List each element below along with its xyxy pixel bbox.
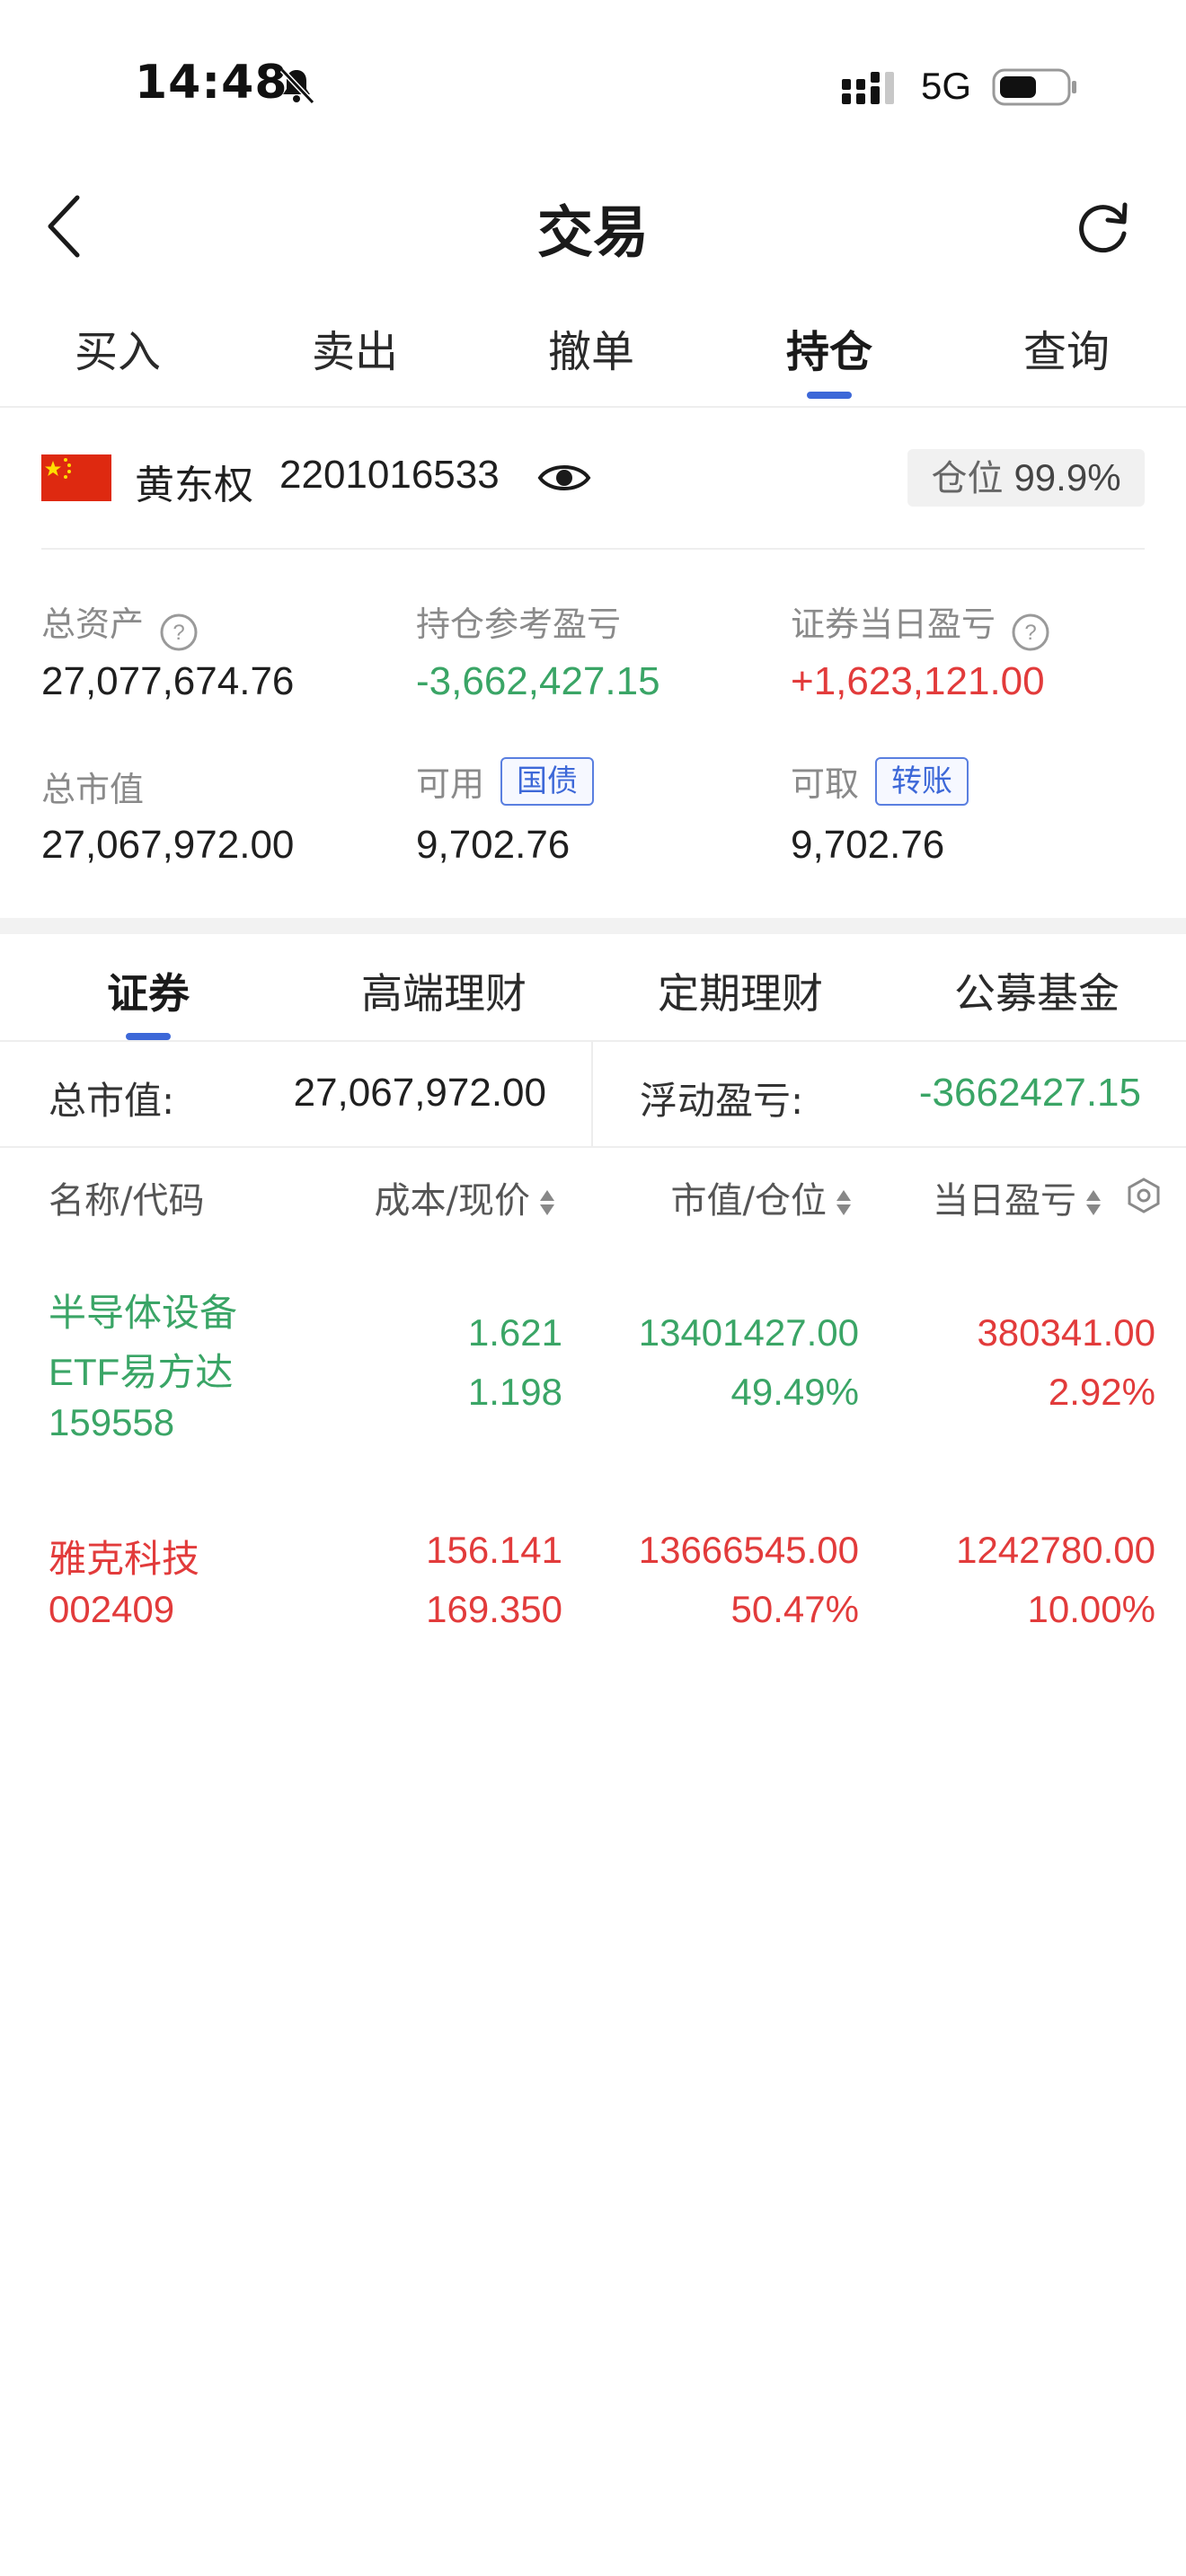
floating-pnl-value: -3662427.15 [918,1071,1141,1115]
account-holder-name: 黄东权 [135,463,253,508]
hold-pnl-label-group: 持仓参考盈亏 [416,596,621,646]
eye-icon[interactable] [537,456,591,499]
withdrawable-label: 可取 [791,764,860,804]
bell-muted-icon [279,67,315,105]
market-value-label: 总市值 [41,770,145,809]
holding-day-pnl-pct: 10.00% [1027,1588,1155,1630]
transfer-button[interactable]: 转账 [875,756,969,806]
holding-code: 159558 [49,1401,175,1443]
tab-cancel-order[interactable]: 撤单 [548,316,634,379]
network-type: 5G [921,65,972,107]
china-flag-icon [41,454,111,501]
column-cost-price[interactable]: 成本/现价 [375,1171,557,1223]
total-assets-value: 27,077,674.76 [41,659,295,703]
subtab-fixed-term-wealth[interactable]: 定期理财 [658,961,823,1020]
withdrawable-value: 9,702.76 [791,823,945,867]
withdrawable-label-group: 可取 转账 [791,756,969,806]
totals-market-value-label: 总市值: [49,1079,175,1123]
subtab-mutual-funds[interactable]: 公募基金 [954,961,1120,1020]
totals-market-value: 27,067,972.00 [293,1071,546,1115]
position-label: 仓位 [931,458,1004,499]
available-label-group: 可用 国债 [416,756,595,806]
column-cost-price-label: 成本/现价 [374,1180,530,1222]
total-assets-label-group: 总资产 ? [41,596,199,652]
tab-holdings[interactable]: 持仓 [786,316,872,379]
tab-buy[interactable]: 买入 [75,316,161,379]
holding-day-pnl-pct: 2.92% [1048,1371,1155,1413]
position-value: 99.9% [1013,456,1121,498]
holding-price: 1.198 [467,1371,562,1413]
account-divider [41,548,1145,550]
holding-price: 169.350 [426,1588,562,1630]
refresh-icon[interactable] [1071,196,1134,259]
holding-name-line1: 半导体设备 [49,1291,238,1335]
holding-day-pnl: 380341.00 [977,1311,1155,1354]
holding-position: 50.47% [730,1588,859,1630]
subtabs-divider [0,1040,1186,1042]
holding-row[interactable]: 雅克科技 002409 156.141 169.350 13666545.00 … [0,1500,1186,1653]
battery-icon [992,68,1076,106]
available-value: 9,702.76 [416,823,571,867]
hold-pnl-label: 持仓参考盈亏 [416,604,622,644]
position-ratio-badge: 仓位 99.9% [907,449,1145,507]
holding-code: 002409 [49,1588,175,1630]
totals-separator [591,1042,593,1146]
settings-hexagon-icon[interactable] [1125,1177,1163,1214]
tabs-divider [0,406,1186,408]
market-value-label-group: 总市值 [41,762,144,811]
holding-day-pnl: 1242780.00 [956,1529,1155,1571]
tab-sell[interactable]: 卖出 [312,316,398,379]
column-name-code: 名称/代码 [49,1180,205,1222]
holding-position: 49.49% [730,1371,859,1413]
sort-icon [540,1190,554,1215]
day-pnl-label-group: 证券当日盈亏 ? [791,596,1050,652]
holding-name-line1: 雅克科技 [49,1537,200,1581]
subtab-securities[interactable]: 证券 [107,961,190,1020]
floating-pnl-label: 浮动盈亏: [640,1079,804,1123]
column-value-position[interactable]: 市值/仓位 [671,1171,854,1223]
page-title: 交易 [536,199,649,265]
subtab-premium-wealth[interactable]: 高端理财 [361,961,527,1020]
day-pnl-value: +1,623,121.00 [791,659,1045,703]
tab-query[interactable]: 查询 [1023,316,1110,379]
svg-text:?: ? [1024,621,1036,645]
holding-market-value: 13401427.00 [638,1311,859,1354]
column-day-pnl[interactable]: 当日盈亏 [933,1171,1103,1223]
market-value: 27,067,972.00 [41,823,295,867]
holding-cost: 156.141 [426,1529,562,1571]
cellular-signal-icon [842,72,894,104]
account-number: 2201016533 [279,453,500,497]
section-divider [0,918,1186,934]
sort-icon [1086,1190,1101,1215]
help-icon[interactable]: ? [159,613,199,652]
totals-divider [0,1146,1186,1148]
column-day-pnl-label: 当日盈亏 [933,1180,1076,1222]
hold-pnl-value: -3,662,427.15 [416,659,660,703]
treasury-bond-button[interactable]: 国债 [500,756,595,806]
active-tab-indicator [807,392,852,399]
svg-text:?: ? [173,621,184,645]
active-subtab-indicator [126,1033,171,1040]
available-label: 可用 [416,764,485,804]
holding-cost: 1.621 [467,1311,562,1354]
column-value-position-label: 市值/仓位 [670,1180,827,1222]
status-time: 14:48 [135,56,288,110]
holding-row[interactable]: 半导体设备 ETF易方达 159558 1.621 1.198 13401427… [0,1254,1186,1466]
holding-name-line2: ETF易方达 [49,1351,234,1393]
day-pnl-label: 证券当日盈亏 [791,604,996,644]
holding-market-value: 13666545.00 [638,1529,859,1571]
help-icon[interactable]: ? [1011,613,1050,652]
sort-icon [836,1190,851,1215]
total-assets-label: 总资产 [41,604,145,644]
